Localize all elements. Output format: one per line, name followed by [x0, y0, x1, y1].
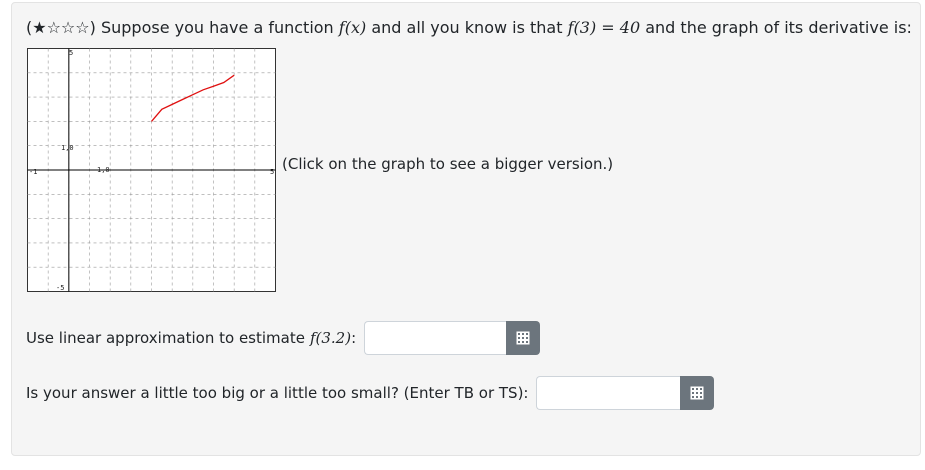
problem-statement: (★☆☆☆) Suppose you have a function f(x) … [26, 18, 912, 37]
estimate-answer-group [364, 321, 541, 355]
function-expression: f(x) [338, 18, 367, 37]
question-estimate-label: Use linear approximation to estimate [26, 329, 305, 347]
keypad-icon [516, 331, 530, 345]
difficulty-stars: (★☆☆☆) [26, 18, 96, 37]
problem-text-1: Suppose you have a function [100, 18, 334, 37]
given-condition: f(3) = 40 [567, 18, 641, 37]
question-estimate-expr: f(3.2) [309, 329, 352, 347]
y-tick-min: -5 [56, 284, 64, 292]
y-axis-unit-label: 1,0 [61, 144, 74, 152]
y-tick-max: 5 [69, 49, 73, 57]
problem-text-2: and all you know is that [371, 18, 563, 37]
x-axis-unit-label: 1,0 [97, 166, 110, 174]
problem-text-3: and the graph of its derivative is: [645, 18, 912, 37]
direction-answer-input[interactable] [536, 376, 681, 410]
x-tick-max: 5 [270, 168, 274, 176]
derivative-graph[interactable]: -1 5 5 -5 1,0 1,0 [27, 48, 277, 292]
question-estimate-row: Use linear approximation to estimate f(3… [26, 321, 541, 355]
question-estimate-colon: : [351, 329, 357, 347]
question-direction-label: Is your answer a little too big or a lit… [26, 384, 529, 402]
keypad-button[interactable] [506, 321, 541, 355]
keypad-icon [690, 386, 704, 400]
graph-svg: -1 5 5 -5 1,0 1,0 [27, 48, 276, 292]
estimate-answer-input[interactable] [364, 321, 507, 355]
click-note: (Click on the graph to see a bigger vers… [282, 155, 614, 173]
keypad-button[interactable] [680, 376, 715, 410]
question-direction-row: Is your answer a little too big or a lit… [26, 376, 715, 410]
direction-answer-group [536, 376, 715, 410]
x-tick-min: -1 [29, 168, 37, 176]
